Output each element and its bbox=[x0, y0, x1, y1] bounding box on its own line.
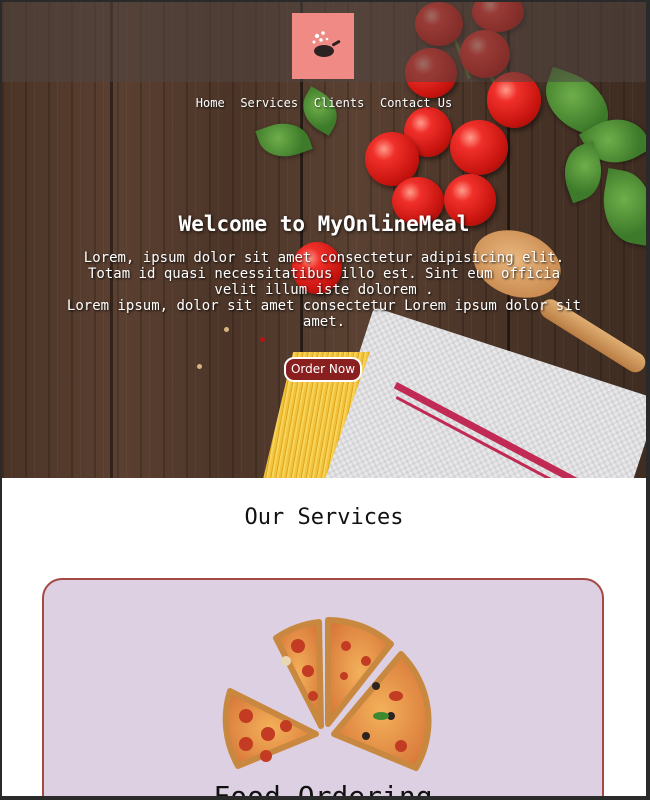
nav-link-contact-us[interactable]: Contact Us bbox=[380, 96, 452, 110]
peppercorn bbox=[197, 364, 202, 369]
hero-description: Lorem, ipsum dolor sit amet consectetur … bbox=[64, 250, 584, 330]
hero-section: Home Services Clients Contact Us Welcome… bbox=[2, 2, 646, 478]
pizza-slices-image bbox=[216, 616, 436, 776]
service-card-food-ordering[interactable]: Food Ordering bbox=[42, 578, 604, 796]
nav-link-services[interactable]: Services bbox=[240, 96, 298, 110]
logo[interactable] bbox=[292, 13, 354, 79]
hero-title: Welcome to MyOnlineMeal bbox=[178, 212, 470, 236]
main-nav: Home Services Clients Contact Us bbox=[2, 92, 646, 111]
cooking-pan-icon bbox=[312, 31, 341, 57]
service-card-title: Food Ordering bbox=[44, 780, 602, 796]
peppercorn bbox=[260, 337, 265, 342]
nav-link-clients[interactable]: Clients bbox=[314, 96, 365, 110]
hero-paragraph: Lorem, ipsum dolor sit amet consectetur … bbox=[83, 250, 565, 298]
hero-paragraph: Lorem ipsum, dolor sit amet consectetur … bbox=[66, 298, 582, 330]
basil-leaf-image bbox=[255, 114, 313, 166]
pizza-illustration bbox=[222, 617, 432, 771]
nav-link-home[interactable]: Home bbox=[196, 96, 225, 110]
page: Home Services Clients Contact Us Welcome… bbox=[2, 2, 646, 796]
services-heading: Our Services bbox=[244, 505, 404, 530]
order-now-button[interactable]: Order Now bbox=[284, 357, 362, 382]
tomato-image bbox=[450, 120, 508, 175]
